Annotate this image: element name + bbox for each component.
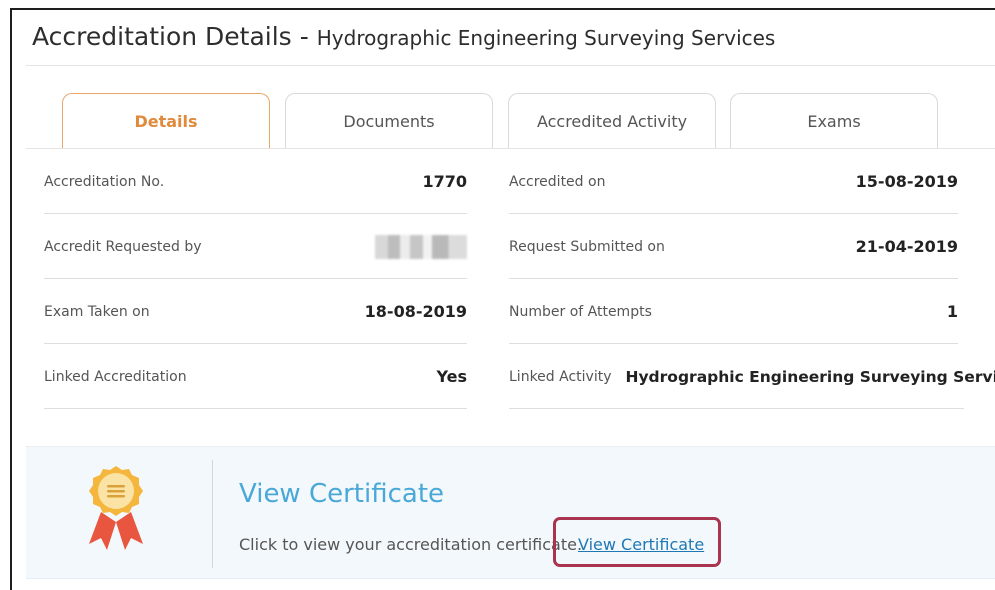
tab-documents-label: Documents — [343, 112, 435, 131]
tab-documents[interactable]: Documents — [285, 93, 493, 149]
tab-bar: Details Documents Accredited Activity Ex… — [62, 93, 962, 149]
tab-accredited-activity[interactable]: Accredited Activity — [508, 93, 716, 149]
page-subtitle: Hydrographic Engineering Surveying Servi… — [316, 26, 776, 50]
detail-row-request-submitted-on: Request Submitted on 21-04-2019 — [509, 215, 958, 279]
tab-exams-label: Exams — [807, 112, 861, 131]
tab-exams[interactable]: Exams — [730, 93, 938, 149]
requested-by-label: Accredit Requested by — [44, 238, 202, 255]
detail-row-linked-activity: Linked Activity Hydrographic Engineering… — [509, 345, 995, 409]
linked-activity-value: Hydrographic Engineering Surveying Servi… — [625, 367, 995, 386]
number-of-attempts-label: Number of Attempts — [509, 303, 652, 320]
request-submitted-on-value: 21-04-2019 — [855, 237, 958, 256]
exam-taken-on-value: 18-08-2019 — [364, 302, 467, 321]
accreditation-no-value: 1770 — [422, 172, 467, 191]
detail-row-requested-by: Accredit Requested by — [44, 215, 467, 279]
tab-accredited-activity-label: Accredited Activity — [536, 112, 688, 131]
page-title: Accreditation Details — [32, 22, 292, 51]
number-of-attempts-value: 1 — [946, 302, 958, 321]
certificate-heading: View Certificate — [239, 479, 445, 509]
certificate-description: Click to view your accreditation certifi… — [239, 535, 583, 554]
title-separator: - — [299, 22, 309, 51]
detail-row-number-of-attempts: Number of Attempts 1 — [509, 280, 958, 344]
exam-taken-on-label: Exam Taken on — [44, 303, 150, 320]
view-certificate-link[interactable]: View Certificate — [578, 535, 704, 554]
certificate-divider — [212, 460, 213, 568]
accreditation-no-label: Accreditation No. — [44, 173, 165, 190]
header-divider — [26, 65, 995, 66]
detail-row-exam-taken-on: Exam Taken on 18-08-2019 — [44, 280, 467, 344]
accreditation-details-page: Accreditation Details - Hydrographic Eng… — [10, 8, 995, 590]
linked-accreditation-value: Yes — [436, 367, 468, 386]
page-header: Accreditation Details - Hydrographic Eng… — [32, 22, 775, 62]
tab-details-label: Details — [134, 112, 198, 131]
linked-activity-label: Linked Activity — [509, 368, 612, 385]
certificate-panel: View Certificate Click to view your accr… — [26, 446, 995, 579]
accredited-on-label: Accredited on — [509, 173, 606, 190]
detail-row-linked-accreditation: Linked Accreditation Yes — [44, 345, 467, 409]
accredited-on-value: 15-08-2019 — [855, 172, 958, 191]
tabs-divider — [26, 148, 995, 149]
tab-details[interactable]: Details — [62, 93, 270, 149]
request-submitted-on-label: Request Submitted on — [509, 238, 665, 255]
requested-by-redacted-value — [375, 234, 467, 259]
award-ribbon-icon — [89, 466, 143, 550]
detail-row-accredited-on: Accredited on 15-08-2019 — [509, 150, 958, 214]
linked-accreditation-label: Linked Accreditation — [44, 368, 187, 385]
detail-row-accreditation-no: Accreditation No. 1770 — [44, 150, 467, 214]
